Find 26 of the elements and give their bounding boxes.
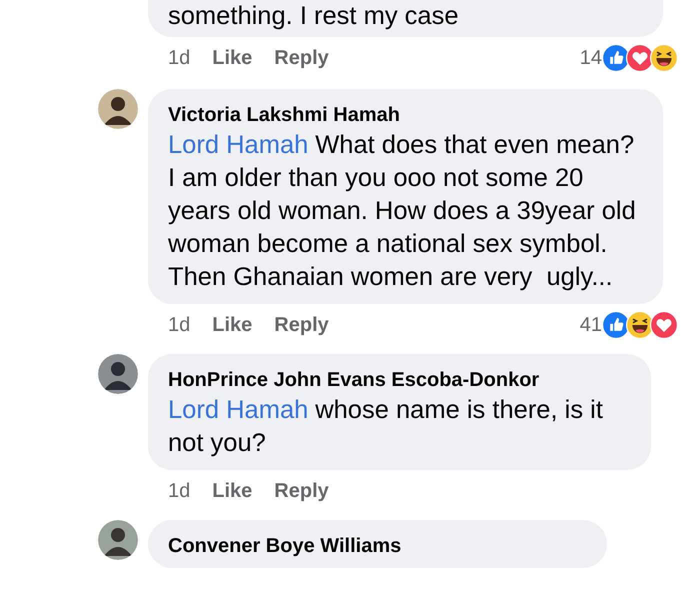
avatar[interactable] <box>98 520 138 560</box>
reaction-count: 41 <box>580 314 602 336</box>
thumbs-up-icon <box>602 44 630 72</box>
reply-link[interactable]: Reply <box>274 46 329 70</box>
timestamp: 1d <box>168 314 190 336</box>
like-link[interactable]: Like <box>212 314 252 336</box>
author-name[interactable]: Convener Boye Williams <box>168 532 587 560</box>
like-link[interactable]: Like <box>212 46 252 70</box>
comment-text: something. I rest my case <box>168 1 460 32</box>
thumbs-up-icon <box>602 311 630 339</box>
laughing-emoji-icon <box>650 44 678 72</box>
avatar[interactable] <box>98 89 138 129</box>
timestamp: 1d <box>168 480 190 502</box>
comment-text: Lord Hamah What does that even mean? I am older than you ooo not some 20 years old woman. How does a 39year old woman become a national sex symbol. Then Ghanaian women are very ugly... <box>168 130 637 293</box>
reply-link[interactable]: Reply <box>274 314 329 336</box>
reaction-count: 14 <box>580 46 602 70</box>
comment-text: Lord Hamah whose name is there, is it not you? <box>168 395 604 459</box>
like-link[interactable]: Like <box>212 480 252 502</box>
reply-link[interactable]: Reply <box>274 480 329 502</box>
avatar[interactable] <box>98 354 138 394</box>
mention-link[interactable]: Lord Hamah <box>168 396 308 424</box>
author-name[interactable]: HonPrince John Evans Escoba-Donkor <box>168 366 631 394</box>
laughing-emoji-icon <box>626 311 654 339</box>
author-name[interactable]: Victoria Lakshmi Hamah <box>168 101 643 129</box>
mention-link[interactable]: Lord Hamah <box>168 131 308 159</box>
timestamp: 1d <box>168 46 190 70</box>
